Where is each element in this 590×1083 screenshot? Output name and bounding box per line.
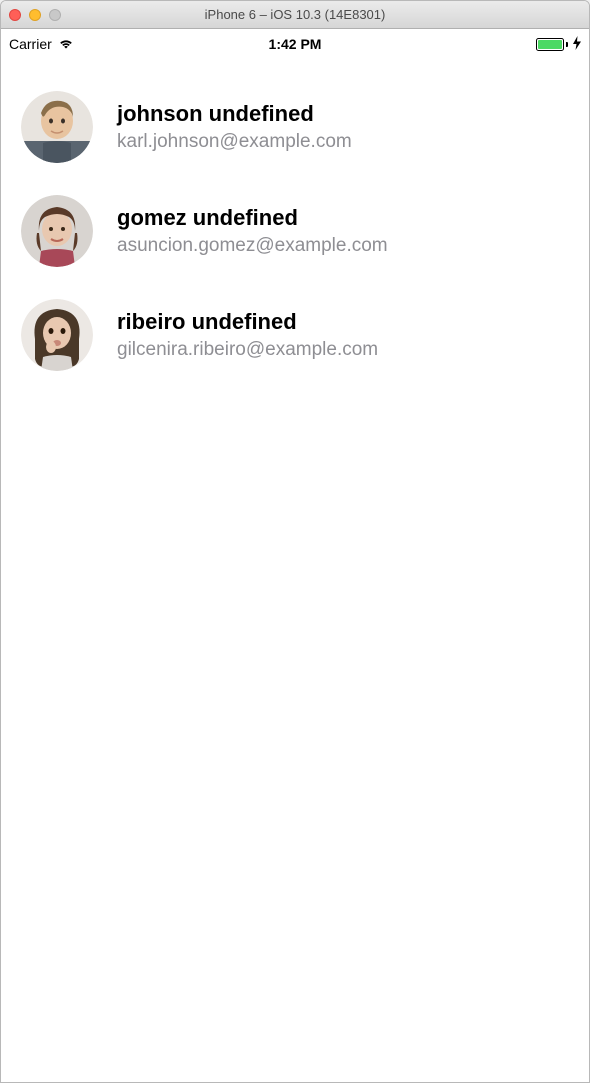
list-item[interactable]: johnson undefined karl.johnson@example.c…: [1, 75, 589, 179]
avatar: [21, 299, 93, 371]
list-item[interactable]: ribeiro undefined gilcenira.ribeiro@exam…: [1, 283, 589, 387]
contact-email: karl.johnson@example.com: [117, 131, 352, 153]
contact-email: gilcenira.ribeiro@example.com: [117, 339, 378, 361]
avatar: [21, 195, 93, 267]
wifi-icon: [58, 38, 74, 50]
contact-name: gomez undefined: [117, 205, 388, 231]
maximize-window-button[interactable]: [49, 9, 61, 21]
contact-email: asuncion.gomez@example.com: [117, 235, 388, 257]
contact-name: johnson undefined: [117, 101, 352, 127]
contact-name: ribeiro undefined: [117, 309, 378, 335]
status-bar: Carrier 1:42 PM: [1, 29, 589, 59]
window-title: iPhone 6 – iOS 10.3 (14E8301): [1, 7, 589, 22]
list-item-text: johnson undefined karl.johnson@example.c…: [117, 101, 352, 153]
window-titlebar: iPhone 6 – iOS 10.3 (14E8301): [1, 1, 589, 29]
battery-icon: [536, 38, 568, 51]
status-bar-right: [536, 36, 581, 53]
contacts-list[interactable]: johnson undefined karl.johnson@example.c…: [1, 59, 589, 1082]
device-screen: Carrier 1:42 PM: [1, 29, 589, 1082]
close-window-button[interactable]: [9, 9, 21, 21]
traffic-lights: [9, 9, 61, 21]
carrier-label: Carrier: [9, 36, 52, 52]
minimize-window-button[interactable]: [29, 9, 41, 21]
list-item[interactable]: gomez undefined asuncion.gomez@example.c…: [1, 179, 589, 283]
status-bar-time: 1:42 PM: [9, 36, 581, 52]
list-item-text: ribeiro undefined gilcenira.ribeiro@exam…: [117, 309, 378, 361]
list-item-text: gomez undefined asuncion.gomez@example.c…: [117, 205, 388, 257]
charging-icon: [573, 36, 581, 53]
avatar: [21, 91, 93, 163]
simulator-window: iPhone 6 – iOS 10.3 (14E8301) Carrier 1:…: [0, 0, 590, 1083]
status-bar-left: Carrier: [9, 36, 74, 52]
